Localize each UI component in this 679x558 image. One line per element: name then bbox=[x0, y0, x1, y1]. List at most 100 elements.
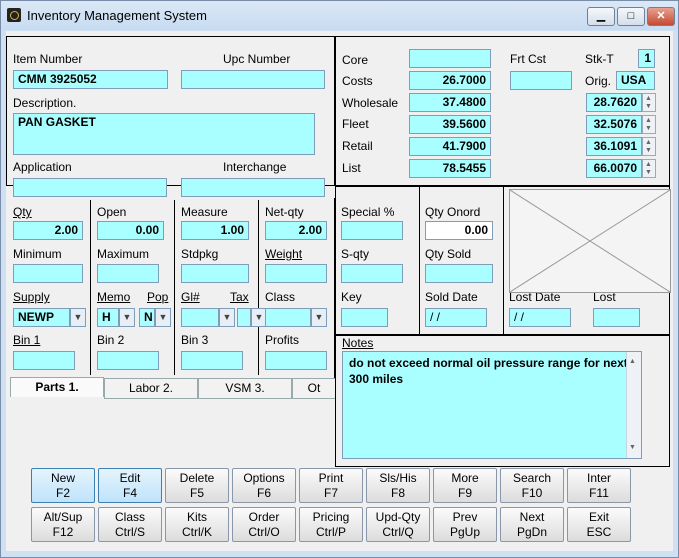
tax-field[interactable] bbox=[237, 308, 251, 327]
fleet-pct-field[interactable]: 32.5076 bbox=[586, 115, 642, 134]
supply-dropdown-icon[interactable]: ▼ bbox=[70, 308, 86, 327]
tab-other[interactable]: Ot bbox=[292, 378, 335, 399]
class-dropdown-icon[interactable]: ▼ bbox=[311, 308, 327, 327]
pricing-panel: Core Frt Cst Stk-T 1 Costs 26.7000 Orig.… bbox=[335, 36, 670, 186]
qty-field[interactable]: 2.00 bbox=[13, 221, 83, 240]
alt-sup-button[interactable]: Alt/Sup F12 bbox=[31, 507, 95, 542]
supply-field[interactable]: NEWP bbox=[13, 308, 70, 327]
interchange-field[interactable] bbox=[181, 178, 325, 197]
bin1-field[interactable] bbox=[13, 351, 75, 370]
fleet-field[interactable]: 39.5600 bbox=[409, 115, 491, 134]
class-button[interactable]: Class Ctrl/S bbox=[98, 507, 162, 542]
s-qty-label: S-qty bbox=[341, 247, 370, 261]
stdpkg-label: Stdpkg bbox=[181, 247, 219, 261]
qty-sold-field[interactable] bbox=[425, 264, 493, 283]
edit-button[interactable]: Edit F4 bbox=[98, 468, 162, 503]
window-title: Inventory Management System bbox=[27, 8, 207, 23]
notes-field[interactable]: do not exceed normal oil pressure range … bbox=[342, 351, 642, 459]
stdpkg-field[interactable] bbox=[181, 264, 249, 283]
bin3-field[interactable] bbox=[181, 351, 243, 370]
button-label: F8 bbox=[390, 486, 405, 500]
fleet-spin[interactable]: ▲ ▼ bbox=[642, 115, 656, 134]
lost-date-field[interactable]: / / bbox=[509, 308, 571, 327]
new-button[interactable]: New F2 bbox=[31, 468, 95, 503]
button-label: More bbox=[451, 471, 479, 485]
special-pct-field[interactable] bbox=[341, 221, 403, 240]
button-label: F12 bbox=[52, 525, 74, 539]
sold-date-field[interactable]: / / bbox=[425, 308, 487, 327]
memo-dropdown-icon[interactable]: ▼ bbox=[119, 308, 135, 327]
s-qty-field[interactable] bbox=[341, 264, 403, 283]
prev-button[interactable]: Prev PgUp bbox=[433, 507, 497, 542]
tab-vsm[interactable]: VSM 3. bbox=[198, 378, 292, 399]
exit-button[interactable]: Exit ESC bbox=[567, 507, 631, 542]
button-label: F6 bbox=[256, 486, 271, 500]
stk-t-field[interactable]: 1 bbox=[638, 49, 655, 68]
order-button[interactable]: Order Ctrl/O bbox=[232, 507, 296, 542]
title-bar[interactable]: Inventory Management System ▁ □ ✕ bbox=[1, 1, 678, 30]
bin2-field[interactable] bbox=[97, 351, 159, 370]
class-field[interactable] bbox=[265, 308, 311, 327]
next-button[interactable]: Next PgDn bbox=[500, 507, 564, 542]
pop-field[interactable]: N bbox=[139, 308, 155, 327]
tab-parts[interactable]: Parts 1. bbox=[10, 377, 104, 397]
options-button[interactable]: Options F6 bbox=[232, 468, 296, 503]
qty-sold-label: Qty Sold bbox=[425, 247, 472, 261]
bin3-label: Bin 3 bbox=[181, 333, 209, 347]
retail-spin[interactable]: ▲ ▼ bbox=[642, 137, 656, 156]
pricing-button[interactable]: Pricing Ctrl/P bbox=[299, 507, 363, 542]
list-pct-field[interactable]: 66.0070 bbox=[586, 159, 642, 178]
net-qty-field[interactable]: 2.00 bbox=[265, 221, 327, 240]
minimize-button[interactable]: ▁ bbox=[587, 7, 615, 26]
key-field[interactable] bbox=[341, 308, 388, 327]
lost-field[interactable] bbox=[593, 308, 640, 327]
wholesale-spin[interactable]: ▲ ▼ bbox=[642, 93, 656, 112]
close-button[interactable]: ✕ bbox=[647, 7, 675, 26]
maximum-field[interactable] bbox=[97, 264, 159, 283]
sls-his-button[interactable]: Sls/His F8 bbox=[366, 468, 430, 503]
profits-label: Profits bbox=[265, 333, 300, 347]
measure-field[interactable]: 1.00 bbox=[181, 221, 249, 240]
tax-label: Tax bbox=[230, 290, 249, 304]
description-field[interactable]: PAN GASKET bbox=[13, 113, 315, 155]
qty-onord-field[interactable]: 0.00 bbox=[425, 221, 493, 240]
maximize-button[interactable]: □ bbox=[617, 7, 645, 26]
gl-dropdown-icon[interactable]: ▼ bbox=[219, 308, 235, 327]
delete-button[interactable]: Delete F5 bbox=[165, 468, 229, 503]
costs-field[interactable]: 26.7000 bbox=[409, 71, 491, 90]
more-button[interactable]: More F9 bbox=[433, 468, 497, 503]
minimum-field[interactable] bbox=[13, 264, 83, 283]
retail-field[interactable]: 41.7900 bbox=[409, 137, 491, 156]
tab-labor[interactable]: Labor 2. bbox=[104, 378, 198, 399]
list-spin[interactable]: ▲ ▼ bbox=[642, 159, 656, 178]
frt-cst-field[interactable] bbox=[510, 71, 572, 90]
retail-pct-field[interactable]: 36.1091 bbox=[586, 137, 642, 156]
list-field[interactable]: 78.5455 bbox=[409, 159, 491, 178]
memo-field[interactable]: H bbox=[97, 308, 119, 327]
weight-field[interactable] bbox=[265, 264, 327, 283]
item-number-field[interactable]: CMM 3925052 bbox=[13, 70, 168, 89]
profits-field[interactable] bbox=[265, 351, 327, 370]
button-label: Next bbox=[519, 510, 545, 524]
application-field[interactable] bbox=[13, 178, 167, 197]
search-button[interactable]: Search F10 bbox=[500, 468, 564, 503]
gl-field[interactable] bbox=[181, 308, 219, 327]
print-button[interactable]: Print F7 bbox=[299, 468, 363, 503]
pop-dropdown-icon[interactable]: ▼ bbox=[155, 308, 171, 327]
wholesale-pct-field[interactable]: 28.7620 bbox=[586, 93, 642, 112]
wholesale-field[interactable]: 37.4800 bbox=[409, 93, 491, 112]
upc-field[interactable] bbox=[181, 70, 325, 89]
upd-qty-button[interactable]: Upd-Qty Ctrl/Q bbox=[366, 507, 430, 542]
orig-field[interactable]: USA bbox=[616, 71, 655, 90]
button-label: PgDn bbox=[516, 525, 548, 539]
inter-button[interactable]: Inter F11 bbox=[567, 468, 631, 503]
core-field[interactable] bbox=[409, 49, 491, 68]
notes-scrollbar[interactable]: ▲ ▼ bbox=[626, 352, 641, 458]
application-label: Application bbox=[13, 160, 72, 174]
open-field[interactable]: 0.00 bbox=[97, 221, 164, 240]
button-label: Pricing bbox=[312, 510, 350, 524]
button-label: PgUp bbox=[449, 525, 481, 539]
part-image-placeholder bbox=[509, 189, 671, 293]
button-label: F7 bbox=[323, 486, 338, 500]
kits-button[interactable]: Kits Ctrl/K bbox=[165, 507, 229, 542]
